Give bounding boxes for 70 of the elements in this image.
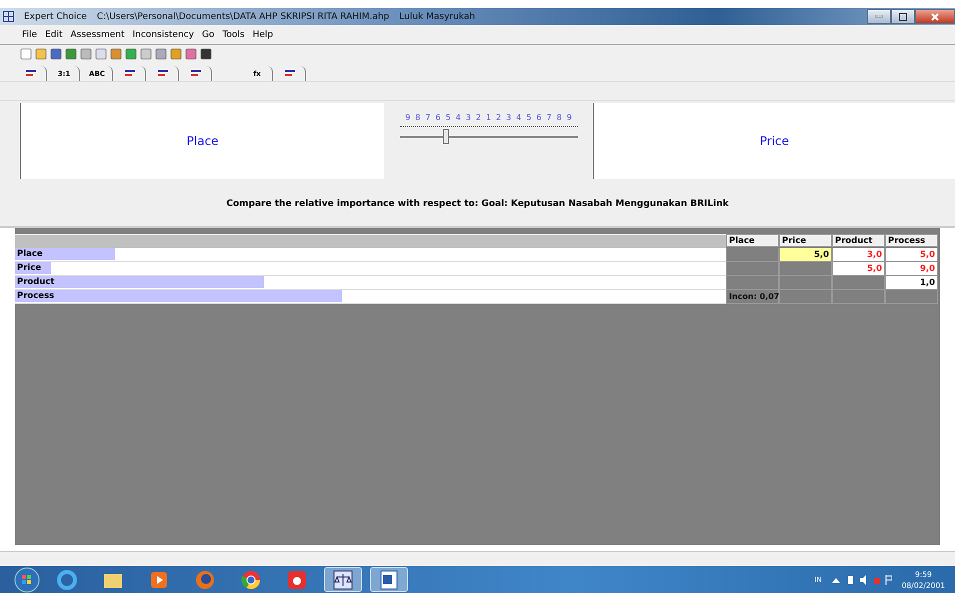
maximize-button[interactable] — [891, 9, 915, 24]
user-name: Luluk Masyrukah — [399, 12, 476, 22]
close-icon — [931, 12, 939, 20]
scale-label: 5 — [526, 113, 532, 122]
scale-label: 6 — [435, 113, 441, 122]
maximize-icon — [899, 12, 907, 20]
row-label: Place — [17, 249, 43, 259]
menu-item[interactable]: Assessment — [70, 30, 124, 40]
scale-label: 7 — [546, 113, 552, 122]
scale-label: 3 — [466, 113, 471, 122]
inconsistency-ratio: Incon: 0,07 — [726, 290, 779, 304]
judgment-cell[interactable]: 3,0 — [832, 248, 885, 262]
scale-label: 4 — [516, 113, 522, 122]
mode-icon — [190, 69, 202, 78]
scale-label: 1 — [486, 113, 492, 122]
comparison-slider[interactable] — [400, 126, 578, 145]
comparison-prompt: Compare the relative importance with respect to: Goal: Keputusan Nasabah Menggunakan BRILink — [226, 198, 729, 208]
app-icon — [3, 11, 14, 22]
minimize-icon — [875, 15, 883, 18]
scale-label: 9 — [566, 113, 572, 122]
document-icon[interactable] — [380, 570, 398, 590]
minimize-button[interactable] — [867, 9, 891, 24]
start-button[interactable] — [14, 566, 40, 592]
row-label: Price — [17, 263, 42, 273]
scale-label: 5 — [446, 113, 451, 122]
scale-label: 8 — [556, 113, 562, 122]
taskbar-app[interactable] — [370, 567, 408, 592]
close-button[interactable] — [915, 9, 955, 24]
mode-icon — [25, 69, 37, 78]
taskbar-app[interactable] — [324, 567, 362, 592]
chrome-icon[interactable] — [240, 568, 262, 590]
internet-explorer-icon[interactable] — [56, 568, 78, 590]
slider-thumb[interactable] — [442, 129, 449, 144]
window-title: Expert Choice — [24, 12, 87, 22]
menu-item[interactable]: Edit — [45, 30, 62, 40]
row-label: Product — [17, 277, 54, 287]
menu-item[interactable]: Inconsistency — [132, 30, 194, 40]
scale-label: 3 — [506, 113, 512, 122]
browser-icon[interactable] — [194, 568, 216, 590]
column-header: Process — [885, 234, 938, 247]
scale-label: 6 — [536, 113, 542, 122]
mode-icon — [157, 69, 169, 78]
scale-label: 7 — [425, 113, 430, 122]
mode-icon — [124, 69, 136, 78]
scale-label: 4 — [456, 113, 461, 122]
column-header: Product — [832, 234, 885, 247]
left-criterion: Place — [20, 103, 384, 179]
scale-label: 9 — [405, 113, 410, 122]
menu-item[interactable]: Help — [252, 30, 274, 40]
row-label: Process — [17, 291, 54, 301]
right-criterion: Price — [592, 103, 955, 179]
column-header: Price — [779, 234, 832, 247]
judgment-cell[interactable]: 9,0 — [885, 262, 938, 276]
scale-label: 2 — [496, 113, 502, 122]
camera-app-icon[interactable] — [287, 570, 307, 590]
file-path: C:\Users\Personal\Documents\DATA AHP SKRIPSI RITA RAHIM.ahp — [96, 12, 390, 22]
column-header: Place — [726, 234, 779, 247]
judgment-cell[interactable]: 5,0 — [832, 262, 885, 276]
menu-item[interactable]: Go — [202, 30, 214, 40]
judgment-cell[interactable]: 5,0 — [885, 248, 938, 262]
mode-icon — [284, 69, 296, 78]
menu-item[interactable]: File — [22, 30, 38, 40]
judgment-cell[interactable]: 1,0 — [885, 276, 938, 290]
scale-label: 8 — [415, 113, 420, 122]
tray-icons[interactable] — [832, 574, 892, 584]
media-player-icon[interactable] — [149, 570, 169, 590]
menu-item[interactable]: Tools — [222, 30, 245, 40]
scale-label: 2 — [476, 113, 481, 122]
scale-icon[interactable] — [333, 570, 353, 590]
judgment-cell[interactable]: 5,0 — [779, 248, 832, 262]
